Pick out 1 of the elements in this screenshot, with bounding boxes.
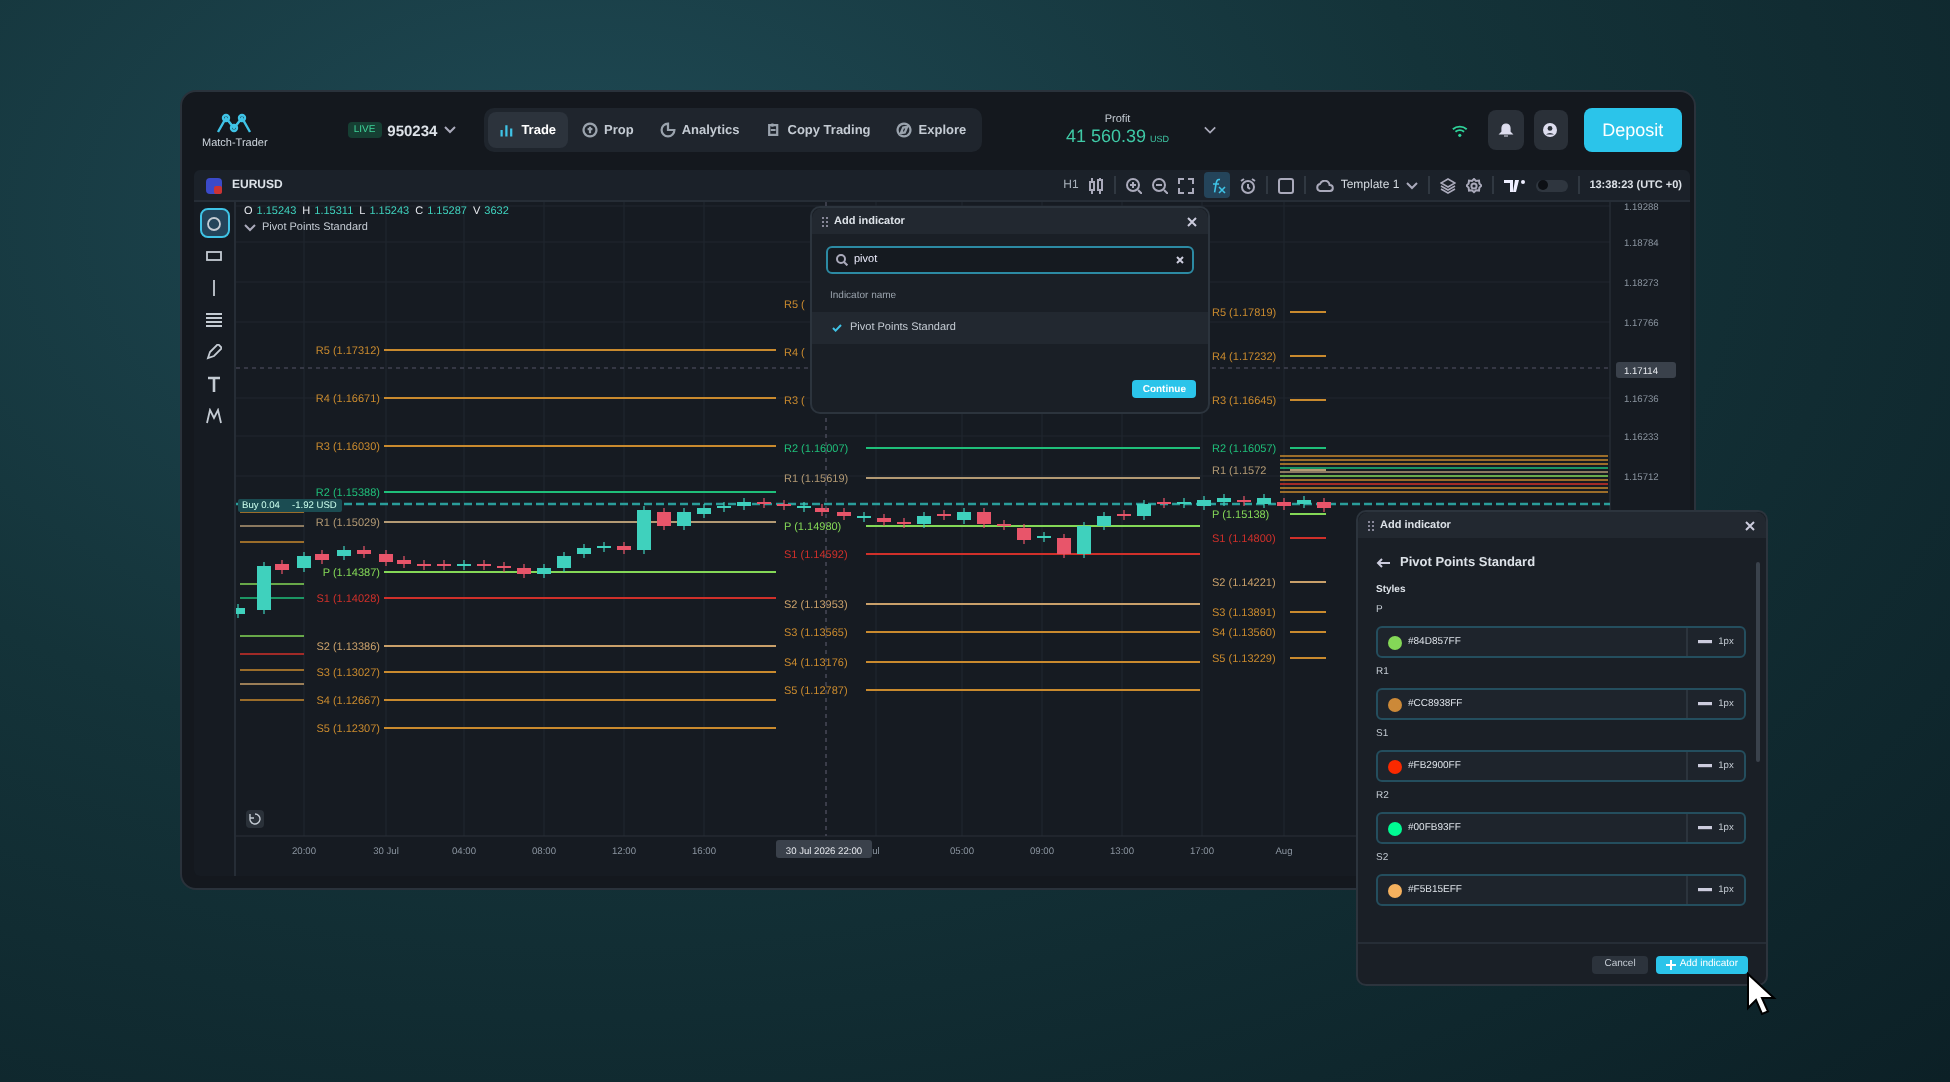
profit-value: 41 560.39: [1066, 126, 1147, 146]
